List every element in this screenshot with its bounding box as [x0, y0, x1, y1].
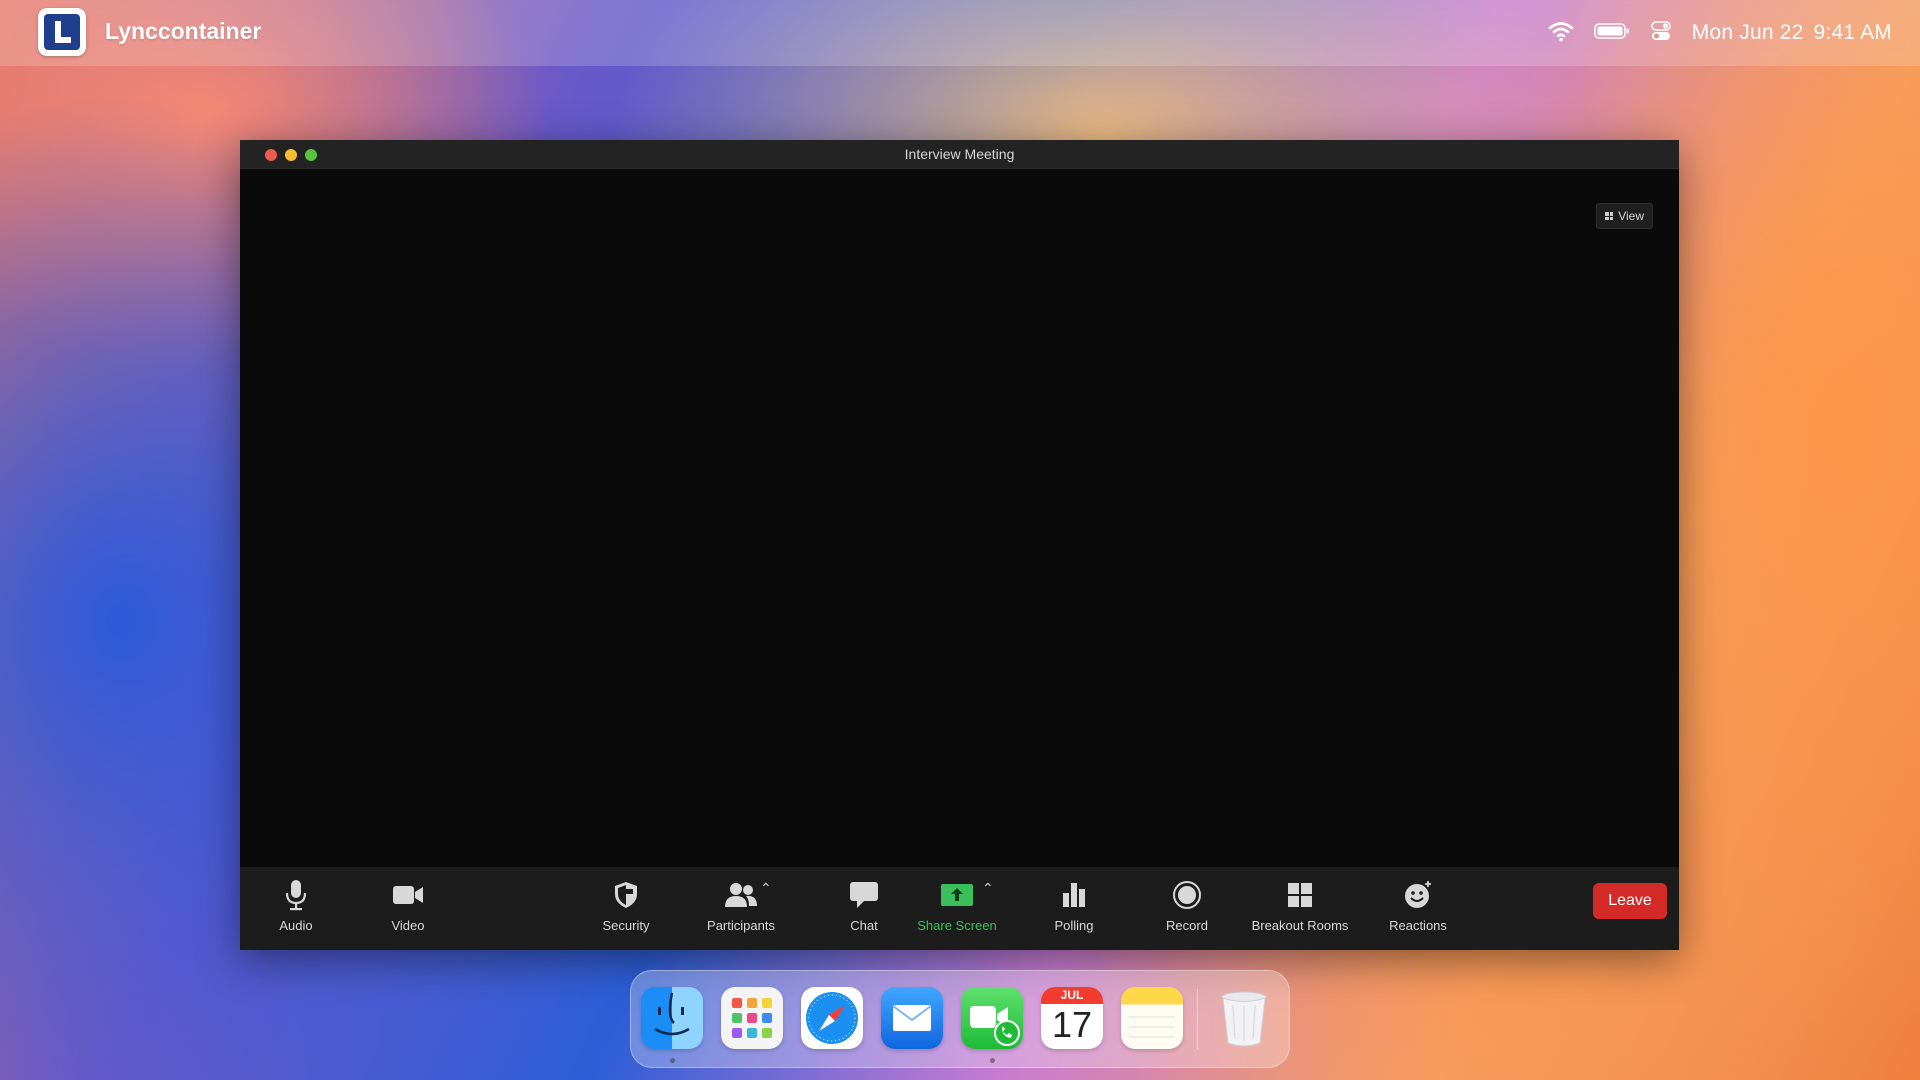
finder-icon[interactable]: [641, 987, 703, 1049]
app-name[interactable]: Lynccontainer: [105, 18, 261, 45]
launchpad-icon[interactable]: [721, 987, 783, 1049]
chat-bubble-icon: [849, 877, 879, 913]
calendar-day: 17: [1051, 1004, 1093, 1045]
wifi-icon[interactable]: [1548, 20, 1574, 47]
breakout-rooms-icon: [1287, 877, 1313, 913]
window-title: Interview Meeting: [904, 146, 1015, 162]
control-center-icon[interactable]: [1650, 20, 1672, 47]
leave-button[interactable]: Leave: [1593, 883, 1667, 919]
video-button[interactable]: Video: [378, 867, 438, 950]
app-logo-icon[interactable]: [38, 8, 86, 56]
window-titlebar[interactable]: Interview Meeting: [240, 140, 1679, 169]
share-screen-label: Share Screen: [917, 918, 997, 933]
status-area: Mon Jun 22 9:41 AM: [1548, 16, 1892, 50]
clock-date: Mon Jun 22: [1691, 21, 1804, 44]
calendar-icon[interactable]: JUL 17: [1041, 987, 1103, 1049]
audio-button[interactable]: Audio: [266, 867, 326, 950]
calendar-month: JUL: [1041, 987, 1103, 1004]
meeting-window: Interview Meeting View Audio Video Secur…: [240, 140, 1679, 950]
reactions-label: Reactions: [1389, 918, 1447, 933]
meeting-toolbar: Audio Video Security Participants ⌃ Chat…: [240, 867, 1679, 950]
notes-icon[interactable]: [1121, 987, 1183, 1049]
video-label: Video: [391, 918, 425, 933]
mail-icon[interactable]: [881, 987, 943, 1049]
finder-running-dot: [670, 1058, 675, 1063]
clock-time: 9:41 AM: [1813, 21, 1892, 44]
battery-icon[interactable]: [1593, 22, 1630, 45]
view-button-label: View: [1618, 209, 1644, 223]
dock: JUL 17: [630, 970, 1290, 1068]
video-camera-icon: [392, 877, 424, 913]
breakout-rooms-button[interactable]: Breakout Rooms: [1245, 867, 1355, 950]
grid-view-icon: [1605, 212, 1614, 220]
shield-icon: [613, 877, 639, 913]
participants-icon: [724, 877, 758, 913]
bar-chart-icon: [1061, 877, 1087, 913]
audio-label: Audio: [279, 918, 313, 933]
share-screen-icon: [941, 877, 973, 913]
security-label: Security: [602, 918, 650, 933]
facetime-running-dot: [990, 1058, 995, 1063]
breakout-rooms-label: Breakout Rooms: [1251, 918, 1349, 933]
record-icon: [1172, 877, 1202, 913]
facetime-icon[interactable]: [961, 987, 1023, 1049]
chat-button[interactable]: Chat: [829, 867, 899, 950]
menu-bar: Lynccontainer Mon Jun 22 9:41 AM: [0, 0, 1920, 66]
record-label: Record: [1166, 918, 1208, 933]
polling-label: Polling: [1054, 918, 1094, 933]
participants-chevron-up-icon[interactable]: ⌃: [760, 880, 772, 897]
polling-button[interactable]: Polling: [1039, 867, 1109, 950]
dock-separator: [1197, 989, 1198, 1049]
record-button[interactable]: Record: [1152, 867, 1222, 950]
security-button[interactable]: Security: [591, 867, 661, 950]
microphone-icon: [284, 877, 308, 913]
chat-label: Chat: [850, 918, 878, 933]
reactions-button[interactable]: Reactions: [1378, 867, 1458, 950]
emoji-add-icon: [1403, 877, 1433, 913]
view-button[interactable]: View: [1596, 203, 1653, 229]
share-screen-chevron-up-icon[interactable]: ⌃: [982, 880, 994, 897]
menu-clock[interactable]: Mon Jun 22 9:41 AM: [1692, 21, 1892, 45]
trash-icon[interactable]: [1213, 987, 1275, 1049]
participants-button[interactable]: Participants: [696, 867, 786, 950]
safari-icon[interactable]: [801, 987, 863, 1049]
participants-label: Participants: [707, 918, 775, 933]
